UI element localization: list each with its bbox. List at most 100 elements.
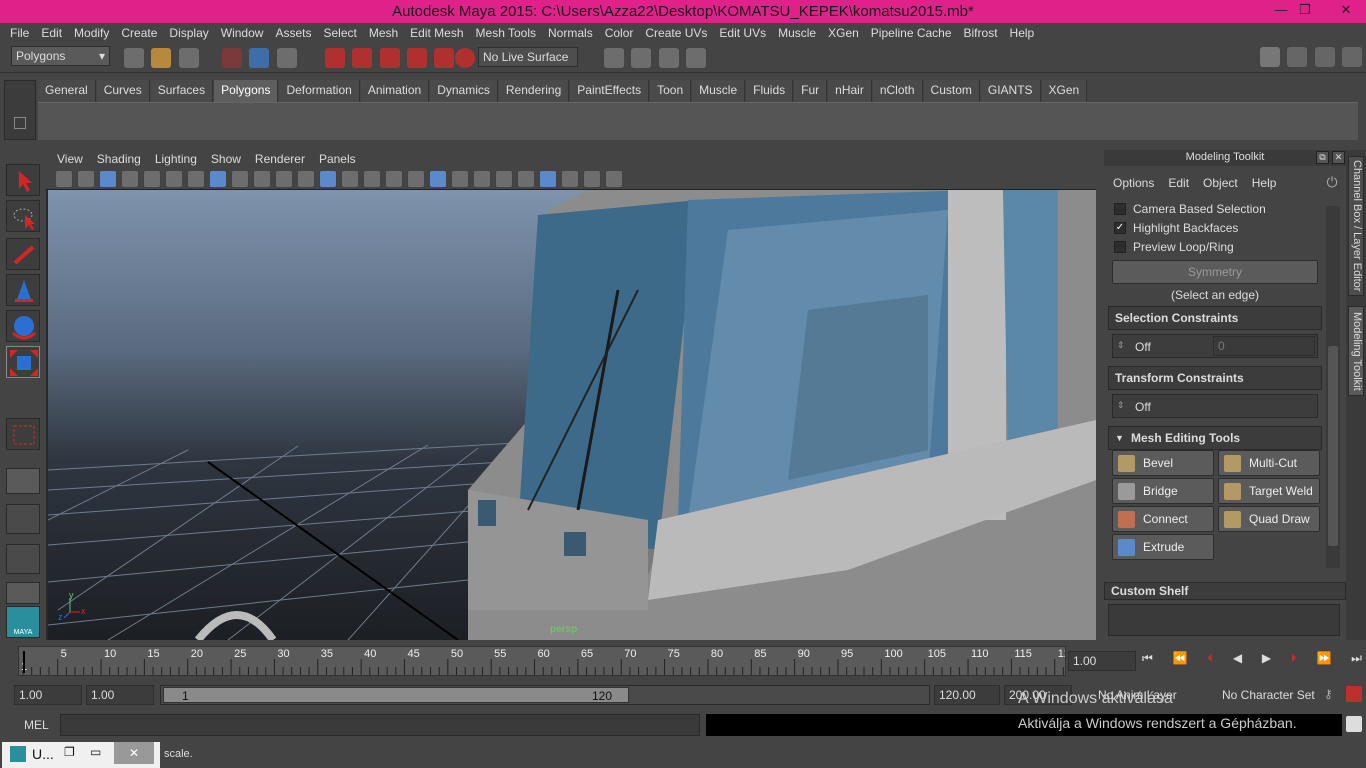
tool-bridge-button[interactable]: Bridge <box>1112 478 1214 504</box>
close-window-icon[interactable]: ✕ <box>114 742 154 764</box>
tool-multi-cut-button[interactable]: Multi-Cut <box>1218 450 1320 476</box>
transform-constraints-header[interactable]: Transform Constraints <box>1108 366 1322 390</box>
rotate-tool-button[interactable] <box>6 310 40 342</box>
grease-pencil-icon[interactable] <box>166 171 182 187</box>
tool-bevel-button[interactable]: Bevel <box>1112 450 1214 476</box>
restore-button[interactable]: ❐ <box>1288 0 1322 22</box>
safe-title-icon[interactable] <box>320 171 336 187</box>
script-editor-icon[interactable] <box>1346 716 1362 732</box>
select-component-icon[interactable] <box>276 48 297 68</box>
safe-action-icon[interactable] <box>298 171 314 187</box>
tab-animation[interactable]: Animation <box>360 80 430 102</box>
tool-quad-draw-button[interactable]: Quad Draw <box>1218 506 1320 532</box>
tab-polygons[interactable]: Polygons <box>214 80 279 102</box>
playback-start-field[interactable]: 1.00 <box>86 685 154 705</box>
animation-start-field[interactable]: 1.00 <box>14 685 82 705</box>
channel-box-toggle-icon[interactable] <box>1342 47 1363 67</box>
menu-normals[interactable]: Normals <box>542 23 599 43</box>
live-surface-field[interactable]: No Live Surface <box>478 47 578 67</box>
shadows-icon[interactable] <box>452 171 468 187</box>
go-to-end-icon[interactable]: ⏭ <box>1351 651 1362 671</box>
go-to-start-icon[interactable]: ⏮ <box>1142 651 1153 671</box>
tool-connect-button[interactable]: Connect <box>1112 506 1214 532</box>
viewport-menu-renderer[interactable]: Renderer <box>248 150 312 168</box>
tab-deformation[interactable]: Deformation <box>279 80 360 102</box>
checkbox[interactable] <box>1114 241 1126 253</box>
current-frame-field[interactable]: 1.00 <box>1068 651 1136 671</box>
tab-curves[interactable]: Curves <box>96 80 150 102</box>
custom-shelf-area[interactable] <box>1108 604 1340 636</box>
step-forward-key-icon[interactable]: ⏩ <box>1316 651 1331 671</box>
save-scene-icon[interactable] <box>178 48 199 68</box>
step-forward-frame-icon[interactable]: ⏵ <box>1291 651 1297 671</box>
menu-file[interactable]: File <box>4 23 35 43</box>
camera-attr-icon[interactable] <box>78 171 94 187</box>
viewport-menu-shading[interactable]: Shading <box>90 150 148 168</box>
tab-ncloth[interactable]: nCloth <box>872 80 923 102</box>
shelf-menu-handle[interactable] <box>4 80 36 140</box>
tab-surfaces[interactable]: Surfaces <box>150 80 214 102</box>
modeling-toolkit-toggle-icon[interactable] <box>1260 47 1280 67</box>
menu-mesh[interactable]: Mesh <box>363 23 404 43</box>
checkbox[interactable]: ✓ <box>1114 222 1126 234</box>
snap-point-icon[interactable] <box>379 48 400 68</box>
gate-mask-icon[interactable] <box>254 171 270 187</box>
paint-select-tool-button[interactable] <box>6 238 40 270</box>
viewport-menu-show[interactable]: Show <box>204 150 248 168</box>
play-forward-icon[interactable]: ▶ <box>1262 651 1271 671</box>
render-view-icon[interactable] <box>604 48 624 68</box>
menu-help[interactable]: Help <box>1004 23 1041 43</box>
scene-view[interactable]: persp y x z <box>48 190 1096 640</box>
float-panel-icon[interactable]: ⧉ <box>1316 151 1329 164</box>
toolkit-scrollbar[interactable] <box>1326 206 1340 568</box>
anim-prefs-icon[interactable] <box>1346 686 1362 702</box>
hypershade-layout-icon[interactable] <box>6 582 40 604</box>
render-frame-icon[interactable] <box>631 48 652 68</box>
tab-channel-box[interactable]: Channel Box / Layer Editor <box>1348 156 1364 296</box>
wireframe-on-shaded-icon[interactable] <box>386 171 402 187</box>
menu-select[interactable]: Select <box>317 23 362 43</box>
menu-bifrost[interactable]: Bifrost <box>958 23 1004 43</box>
character-set-dropdown[interactable]: No Character Set <box>1222 688 1315 702</box>
tab-general[interactable]: General <box>38 80 96 102</box>
textured-icon[interactable] <box>408 171 424 187</box>
current-time-marker[interactable] <box>23 651 25 673</box>
bookmark-icon[interactable] <box>100 171 116 187</box>
new-scene-icon[interactable] <box>124 48 144 68</box>
isolate-select-icon[interactable] <box>562 171 578 187</box>
range-handle[interactable]: 1 120 <box>163 687 629 703</box>
move-tool-button[interactable] <box>6 274 40 306</box>
toolkit-menu-options[interactable]: Options <box>1106 172 1161 194</box>
menu-modify[interactable]: Modify <box>68 23 115 43</box>
menu-edit[interactable]: Edit <box>35 23 68 43</box>
tab-muscle[interactable]: Muscle <box>692 80 746 102</box>
smooth-shade-icon[interactable] <box>364 171 380 187</box>
symmetry-button[interactable]: Symmetry <box>1112 260 1318 284</box>
tool-extrude-button[interactable]: Extrude <box>1112 534 1214 560</box>
key-icon[interactable]: ⚷ <box>1324 687 1333 701</box>
menu-edit-mesh[interactable]: Edit Mesh <box>404 23 469 43</box>
menu-display[interactable]: Display <box>163 23 214 43</box>
2d-pan-zoom-icon[interactable] <box>144 171 160 187</box>
toolkit-menu-help[interactable]: Help <box>1245 172 1284 194</box>
menu-muscle[interactable]: Muscle <box>772 23 822 43</box>
toolkit-menu-edit[interactable]: Edit <box>1161 172 1196 194</box>
checkbox[interactable] <box>1114 203 1126 215</box>
viewport-menu-lighting[interactable]: Lighting <box>148 150 204 168</box>
snap-curve-icon[interactable] <box>352 48 373 68</box>
mesh-editing-tools-header[interactable]: ▼ Mesh Editing Tools <box>1108 426 1322 450</box>
close-button[interactable]: ✕ <box>1326 0 1366 22</box>
xray-icon[interactable] <box>540 171 556 187</box>
close-panel-icon[interactable]: ✕ <box>1332 151 1345 164</box>
joint-xray-icon[interactable] <box>606 171 622 187</box>
tab-fluids[interactable]: Fluids <box>746 80 794 102</box>
tab-giants[interactable]: GIANTS <box>980 80 1041 102</box>
menu-window[interactable]: Window <box>215 23 270 43</box>
select-tool-button[interactable] <box>6 164 40 196</box>
menu-color[interactable]: Color <box>599 23 640 43</box>
tab-painteffects[interactable]: PaintEffects <box>570 80 650 102</box>
ambient-occlusion-icon[interactable] <box>474 171 490 187</box>
viewport-menu-panels[interactable]: Panels <box>312 150 363 168</box>
selection-constraint-number[interactable]: 0 <box>1213 336 1315 356</box>
tab-dynamics[interactable]: Dynamics <box>430 80 498 102</box>
